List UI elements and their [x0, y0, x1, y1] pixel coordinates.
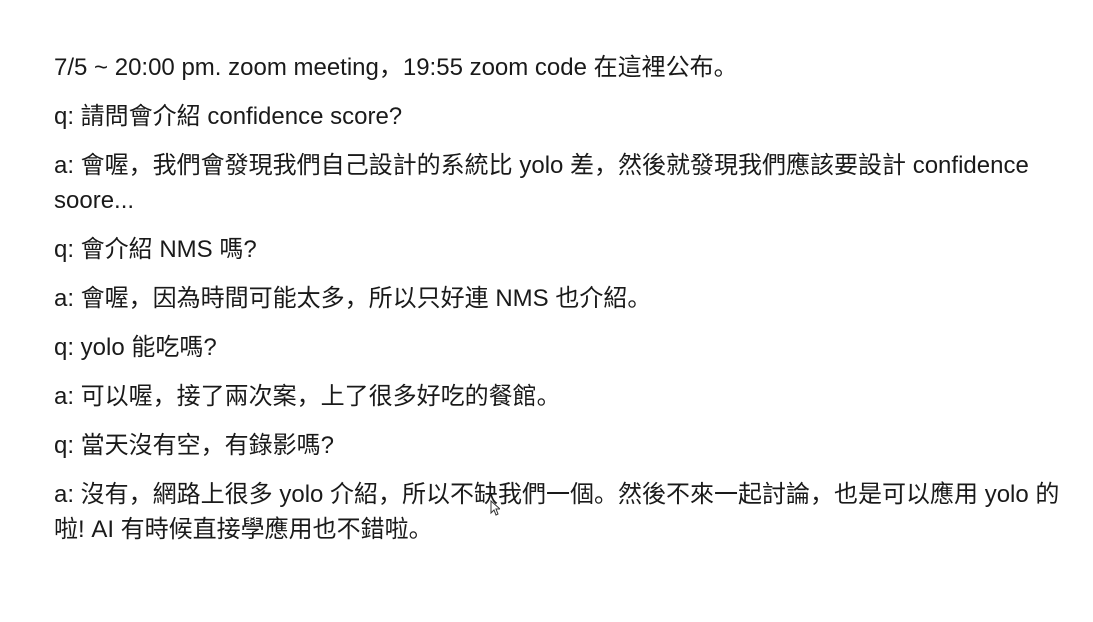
meeting-announcement: 7/5 ~ 20:00 pm. zoom meeting，19:55 zoom …	[54, 54, 738, 81]
answer-2: a: 會喔，因為時間可能太多，所以只好連 NMS 也介紹。	[54, 285, 652, 312]
answer-4: a: 沒有，網路上很多 yolo 介紹，所以不缺我們一個。然後不來一起討論，也是…	[54, 481, 1060, 543]
mouse-cursor-icon	[490, 500, 500, 516]
question-2: q: 會介紹 NMS 嗎?	[54, 236, 257, 263]
question-3: q: yolo 能吃嗎?	[54, 334, 217, 361]
answer-1: a: 會喔，我們會發現我們自己設計的系統比 yolo 差，然後就發現我們應該要設…	[54, 152, 1029, 214]
question-4: q: 當天沒有空，有錄影嗎?	[54, 432, 335, 459]
question-1: q: 請問會介紹 confidence score?	[54, 103, 403, 130]
document-body: 7/5 ~ 20:00 pm. zoom meeting，19:55 zoom …	[54, 50, 1064, 561]
answer-3: a: 可以喔，接了兩次案，上了很多好吃的餐館。	[54, 383, 561, 410]
